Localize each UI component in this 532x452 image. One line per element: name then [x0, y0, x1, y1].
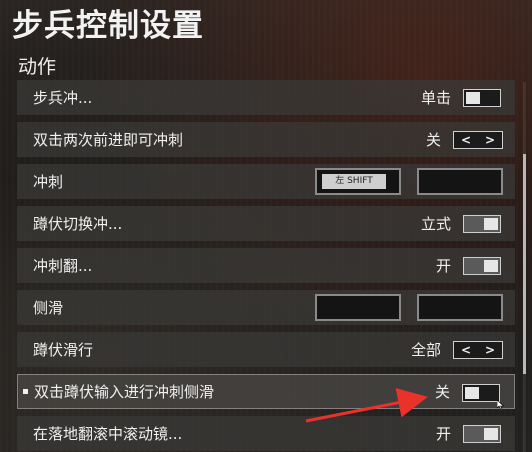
setting-label: 双击两次前进即可冲刺 [33, 131, 184, 149]
scrollbar-thumb[interactable] [523, 154, 526, 374]
toggle-knob [465, 387, 479, 399]
toggle-knob [466, 92, 480, 104]
toggle-switch[interactable] [463, 89, 501, 107]
setting-row-double-tap-crouch-slide[interactable]: 双击蹲伏输入进行冲刺侧滑 关 [17, 374, 515, 409]
option-selector: < > [453, 131, 503, 149]
setting-label: 冲刺 [33, 173, 64, 191]
toggle-knob [484, 218, 498, 230]
setting-value: 立式 [420, 215, 451, 233]
setting-row-roll-scope[interactable]: 在落地翻滚中滚动镜... 开 [17, 416, 515, 451]
toggle-switch[interactable] [463, 425, 501, 443]
setting-value: 开 [435, 257, 451, 275]
setting-label: 在落地翻滚中滚动镜... [33, 425, 183, 443]
chevron-right-icon[interactable]: > [485, 343, 495, 357]
keybind-secondary[interactable] [417, 168, 503, 195]
setting-row-crouch-slide[interactable]: 蹲伏滑行 全部 < > [17, 332, 515, 367]
setting-label: 冲刺翻... [33, 257, 93, 275]
setting-row-crouch-toggle-dash[interactable]: 蹲伏切换冲... 立式 [17, 206, 515, 241]
section-title: 动作 [18, 56, 57, 78]
keybind-primary[interactable] [315, 294, 401, 321]
toggle-switch[interactable] [462, 384, 500, 402]
settings-list: 步兵冲... 单击 双击两次前进即可冲刺 关 < > 冲刺 左 SHIFT 蹲伏… [17, 80, 515, 452]
chevron-right-icon[interactable]: > [485, 133, 495, 147]
setting-value: 关 [425, 131, 441, 149]
chevron-left-icon[interactable]: < [461, 343, 471, 357]
keybind-primary[interactable]: 左 SHIFT [315, 168, 401, 195]
mouse-cursor-icon [497, 400, 505, 410]
setting-label: 侧滑 [33, 299, 64, 317]
setting-value: 全部 [410, 341, 441, 359]
setting-label: 双击蹲伏输入进行冲刺侧滑 [34, 383, 215, 401]
chevron-left-icon[interactable]: < [461, 133, 471, 147]
setting-label: 蹲伏滑行 [33, 341, 94, 359]
setting-value: 关 [434, 383, 450, 401]
key-tag: 左 SHIFT [322, 174, 386, 189]
setting-value: 开 [435, 425, 451, 443]
page-title: 步兵控制设置 [12, 8, 204, 44]
setting-row-sprint[interactable]: 冲刺 左 SHIFT [17, 164, 515, 199]
setting-label: 蹲伏切换冲... [33, 215, 123, 233]
setting-row-sprint-vault[interactable]: 冲刺翻... 开 [17, 248, 515, 283]
setting-value: 单击 [420, 89, 451, 107]
selection-marker [23, 389, 28, 394]
scrollbar[interactable] [523, 82, 526, 452]
toggle-knob [484, 428, 498, 440]
toggle-switch[interactable] [463, 215, 501, 233]
option-selector: < > [453, 341, 503, 359]
setting-row-double-tap-sprint[interactable]: 双击两次前进即可冲刺 关 < > [17, 122, 515, 157]
setting-row-slide[interactable]: 侧滑 [17, 290, 515, 325]
setting-row-infantry-dash[interactable]: 步兵冲... 单击 [17, 80, 515, 115]
toggle-switch[interactable] [463, 257, 501, 275]
setting-label: 步兵冲... [33, 89, 93, 107]
toggle-knob [484, 260, 498, 272]
keybind-secondary[interactable] [417, 294, 503, 321]
